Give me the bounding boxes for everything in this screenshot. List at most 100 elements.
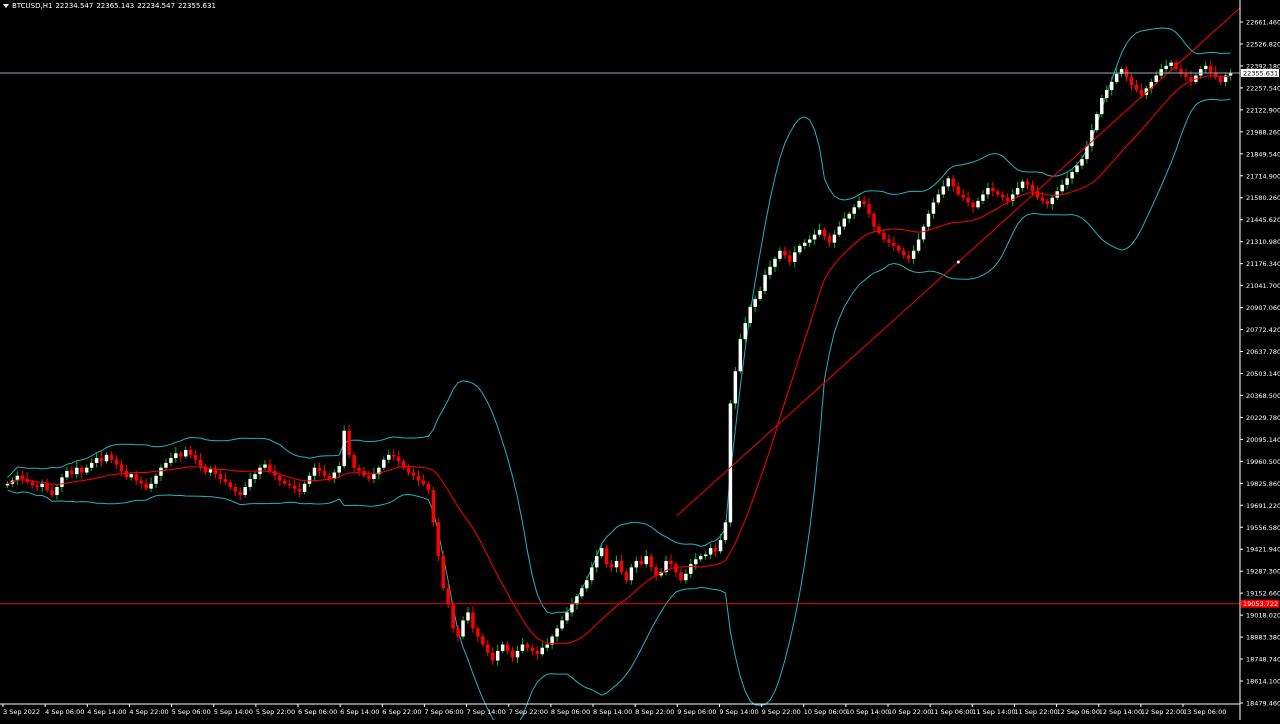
candle-body bbox=[694, 559, 698, 565]
candle-body bbox=[911, 250, 916, 259]
candle-body bbox=[773, 258, 777, 267]
candle-body bbox=[476, 628, 480, 637]
candle-body bbox=[580, 588, 584, 597]
candle-body bbox=[535, 650, 540, 655]
candle-body bbox=[1025, 181, 1030, 185]
candle-body bbox=[738, 339, 743, 372]
candle-body bbox=[758, 290, 762, 299]
candle-body bbox=[1114, 73, 1119, 82]
candle-body bbox=[763, 274, 767, 291]
price-chart[interactable]: 22661.46022526.82022392.18022257.5402212… bbox=[0, 0, 1280, 724]
candle-body bbox=[35, 485, 39, 488]
candle-body bbox=[679, 572, 683, 581]
price-tick-label: 20772.420 bbox=[1246, 326, 1280, 334]
candle-body bbox=[684, 573, 688, 581]
time-tick-label: 5 Sep 22:00 bbox=[256, 708, 295, 716]
price-tick-label: 21988.260 bbox=[1246, 128, 1280, 136]
candle-body bbox=[703, 554, 708, 557]
candle-body bbox=[45, 483, 49, 491]
candle-body bbox=[446, 588, 450, 605]
price-tick-label: 19421.940 bbox=[1246, 546, 1280, 554]
price-tick-label: 19018.020 bbox=[1246, 612, 1280, 620]
price-tick-label: 19960.500 bbox=[1246, 458, 1280, 466]
candle-body bbox=[1169, 62, 1173, 66]
price-tick-label: 22526.820 bbox=[1246, 40, 1280, 48]
candle bbox=[451, 601, 455, 633]
candle-body bbox=[1134, 85, 1139, 90]
price-tick-label: 18748.740 bbox=[1246, 656, 1280, 664]
candle-body bbox=[1055, 191, 1059, 198]
price-tick-label: 20637.780 bbox=[1246, 348, 1280, 356]
candle-body bbox=[1199, 69, 1203, 76]
price-tick-label: 21176.340 bbox=[1246, 260, 1280, 268]
candle-body bbox=[599, 548, 604, 557]
candle-body bbox=[238, 491, 242, 496]
candle-body bbox=[768, 266, 772, 275]
candle-body bbox=[94, 458, 99, 463]
candle-body bbox=[753, 298, 757, 307]
candle-body bbox=[1080, 159, 1084, 166]
dropdown-triangle-icon[interactable] bbox=[3, 4, 9, 8]
candle-body bbox=[352, 454, 356, 468]
candle-body bbox=[188, 450, 193, 455]
candle-body bbox=[283, 480, 287, 484]
time-tick-label: 12 Sep 22:00 bbox=[1141, 708, 1184, 716]
price-tick-label: 20095.140 bbox=[1246, 436, 1280, 444]
candle-body bbox=[1090, 130, 1094, 147]
candle-body bbox=[1001, 194, 1005, 198]
candle-body bbox=[421, 480, 426, 484]
candle-body bbox=[976, 200, 980, 208]
candle bbox=[728, 400, 733, 527]
candle-body bbox=[144, 483, 148, 489]
candle-body bbox=[99, 458, 104, 462]
candle-body bbox=[357, 467, 361, 471]
time-tick-label: 10 Sep 14:00 bbox=[846, 708, 889, 716]
chart-window[interactable]: 22661.460 22526.820 22392.180 22257.540 2212… bbox=[0, 0, 1280, 724]
candle-body bbox=[198, 459, 203, 467]
candle-body bbox=[149, 483, 153, 489]
ohlc-high: 22365.143 bbox=[96, 2, 135, 10]
candle-body bbox=[733, 371, 738, 404]
time-tick-label: 4 Sep 22:00 bbox=[129, 708, 168, 716]
candle-body bbox=[179, 453, 183, 457]
candle-body bbox=[778, 250, 782, 259]
candle-body bbox=[837, 226, 842, 235]
candle-body bbox=[1159, 69, 1163, 76]
time-tick-label: 9 Sep 14:00 bbox=[719, 708, 758, 716]
candle-body bbox=[788, 255, 792, 262]
candle-body bbox=[1045, 200, 1050, 205]
candle-body bbox=[892, 242, 896, 246]
price-tick-label: 21580.260 bbox=[1246, 194, 1280, 202]
candle-body bbox=[248, 478, 252, 488]
price-tick-label: 19287.300 bbox=[1246, 568, 1280, 576]
candle-body bbox=[1105, 89, 1109, 99]
candle-body bbox=[827, 236, 832, 243]
candle-body bbox=[391, 454, 396, 457]
candle-body bbox=[748, 306, 752, 324]
candle-body bbox=[565, 612, 569, 621]
candle-body bbox=[798, 245, 802, 253]
candle-body bbox=[139, 480, 143, 484]
candle-body bbox=[218, 474, 223, 479]
candle-body bbox=[193, 454, 198, 460]
candle-body bbox=[387, 454, 391, 460]
ohlc-low: 22234.547 bbox=[137, 2, 176, 10]
candle-body bbox=[956, 186, 960, 195]
candle-body bbox=[872, 213, 876, 227]
candle-body bbox=[807, 239, 812, 243]
candle-body bbox=[842, 218, 847, 227]
time-tick-label: 9 Sep 06:00 bbox=[677, 708, 716, 716]
time-tick-label: 12 Sep 14:00 bbox=[1099, 708, 1142, 716]
time-tick-label: 11 Sep 22:00 bbox=[1014, 708, 1057, 716]
time-tick-label: 7 Sep 14:00 bbox=[467, 708, 506, 716]
candle-body bbox=[426, 483, 431, 491]
candle-body bbox=[857, 200, 861, 208]
candle-body bbox=[822, 229, 827, 237]
candle-body bbox=[555, 628, 559, 637]
candle-body bbox=[233, 487, 237, 492]
time-tick-label: 4 Sep 06:00 bbox=[45, 708, 84, 716]
candle-body bbox=[897, 245, 901, 251]
candle-body bbox=[411, 472, 416, 476]
time-tick-label: 13 Sep 06:00 bbox=[1183, 708, 1226, 716]
price-tick-label: 19691.220 bbox=[1246, 502, 1280, 510]
